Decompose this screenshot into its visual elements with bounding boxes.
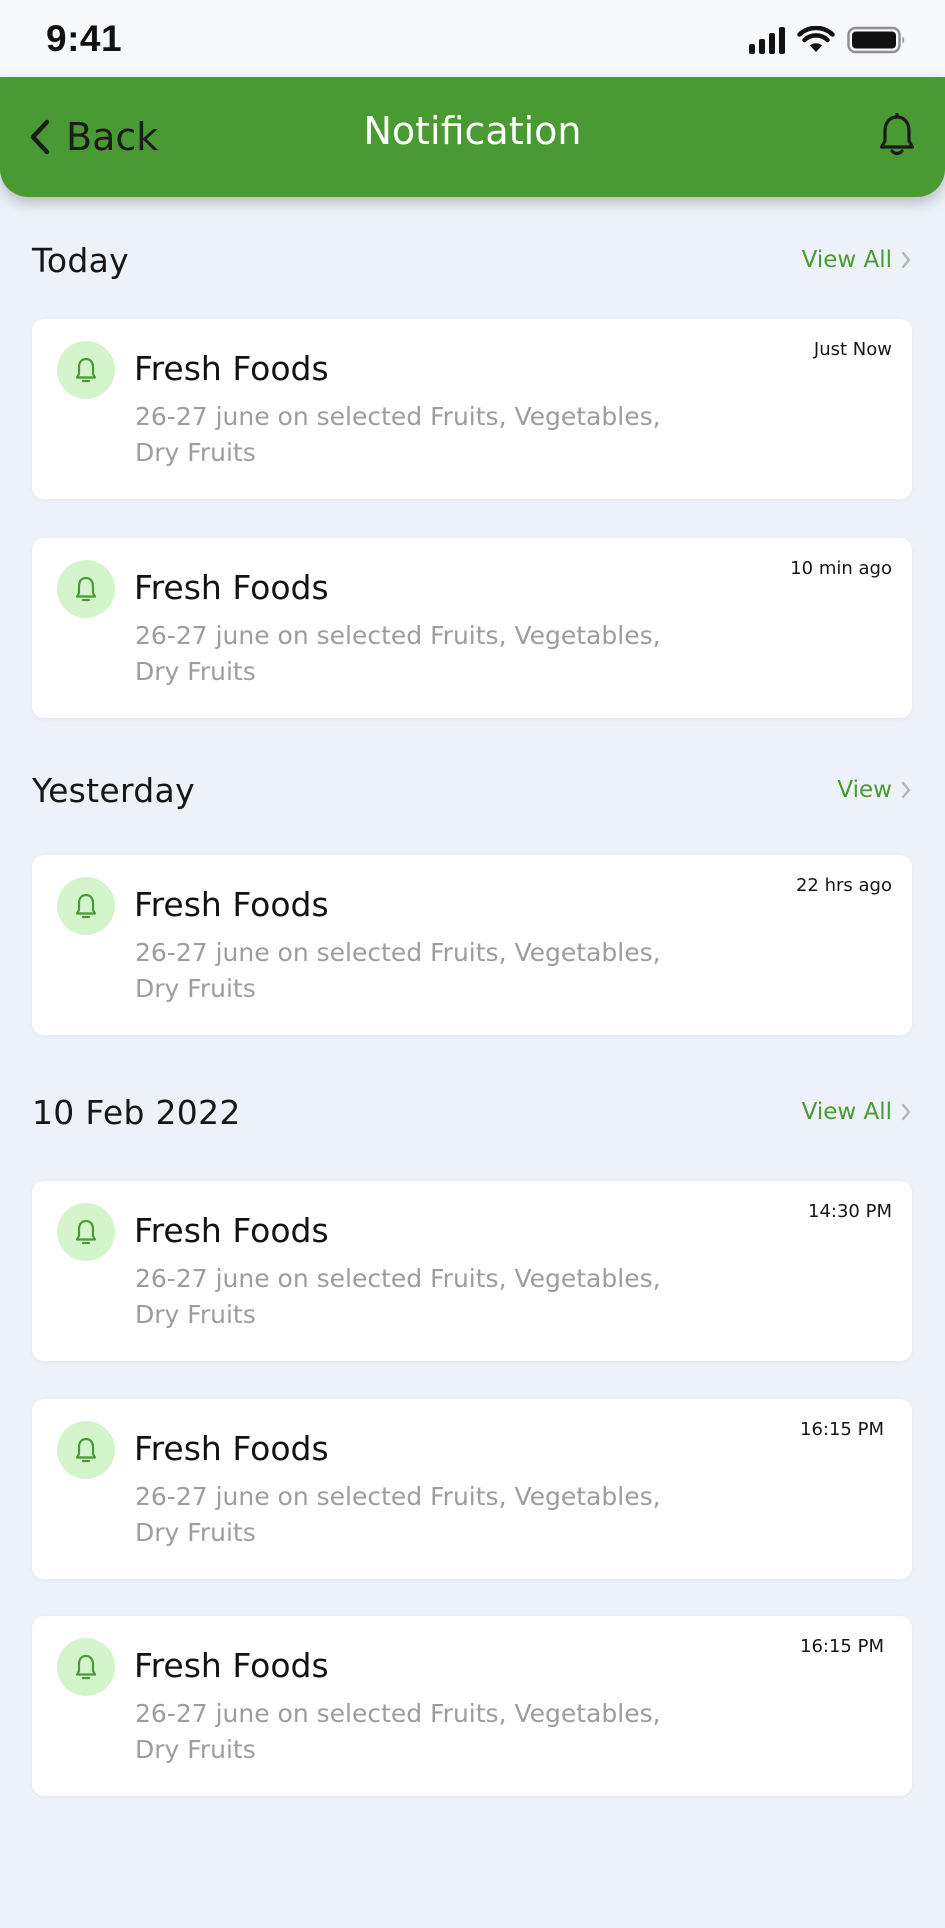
view-all-label: View All bbox=[801, 247, 892, 273]
notification-description-line: Dry Fruits bbox=[135, 657, 256, 686]
wifi-icon bbox=[797, 26, 835, 52]
battery-icon bbox=[847, 26, 905, 54]
card-bell-icon-badge bbox=[57, 877, 115, 935]
notification-description-line: Dry Fruits bbox=[135, 1300, 256, 1329]
section-title: Yesterday bbox=[32, 770, 195, 810]
notifications-button[interactable] bbox=[879, 112, 915, 161]
notification-description: 26-27 june on selected Fruits, Vegetable… bbox=[135, 399, 695, 471]
chevron-right-icon bbox=[901, 1103, 911, 1121]
notification-screen: 9:41 Back Notification Today View All Fr… bbox=[0, 0, 945, 1928]
bell-icon bbox=[75, 1219, 97, 1245]
notification-description-line: 26-27 june on selected Fruits, Vegetable… bbox=[135, 1699, 661, 1728]
section-header-10-feb-2022: 10 Feb 2022 View All bbox=[32, 1087, 912, 1137]
notification-card[interactable]: Fresh Foods 26-27 june on selected Fruit… bbox=[32, 1181, 912, 1361]
bell-icon bbox=[75, 1654, 97, 1680]
notification-title: Fresh Foods bbox=[134, 1429, 329, 1468]
notification-description: 26-27 june on selected Fruits, Vegetable… bbox=[135, 1261, 695, 1333]
notification-title: Fresh Foods bbox=[134, 349, 329, 388]
notification-card[interactable]: Fresh Foods 26-27 june on selected Fruit… bbox=[32, 1616, 912, 1796]
view-all-link-10-feb-2022[interactable]: View All bbox=[802, 1099, 912, 1125]
section-title: Today bbox=[32, 240, 129, 280]
notification-description: 26-27 june on selected Fruits, Vegetable… bbox=[135, 935, 695, 1007]
notification-description-line: Dry Fruits bbox=[135, 1518, 256, 1547]
notification-description: 26-27 june on selected Fruits, Vegetable… bbox=[135, 1479, 695, 1551]
notification-time: 16:15 PM bbox=[800, 1419, 884, 1440]
card-bell-icon-badge bbox=[57, 341, 115, 399]
bell-icon bbox=[75, 357, 97, 383]
view-label: View bbox=[837, 777, 892, 803]
card-bell-icon-badge bbox=[57, 1421, 115, 1479]
page-title: Notification bbox=[363, 109, 582, 153]
section-header-today: Today View All bbox=[32, 235, 912, 285]
notification-description-line: 26-27 june on selected Fruits, Vegetable… bbox=[135, 621, 661, 650]
notification-card[interactable]: Fresh Foods 26-27 june on selected Fruit… bbox=[32, 538, 912, 718]
notification-description: 26-27 june on selected Fruits, Vegetable… bbox=[135, 618, 695, 690]
cellular-signal-icon bbox=[749, 26, 785, 54]
chevron-right-icon bbox=[901, 251, 911, 269]
notification-time: 22 hrs ago bbox=[795, 875, 892, 896]
notification-time: 16:15 PM bbox=[800, 1636, 884, 1657]
bell-icon bbox=[75, 1437, 97, 1463]
notification-description: 26-27 june on selected Fruits, Vegetable… bbox=[135, 1696, 695, 1768]
card-bell-icon-badge bbox=[57, 560, 115, 618]
section-header-yesterday: Yesterday View bbox=[32, 765, 912, 815]
bell-icon bbox=[879, 112, 915, 156]
app-header: Back Notification bbox=[0, 77, 945, 197]
status-bar: 9:41 bbox=[0, 0, 945, 80]
status-time: 9:41 bbox=[46, 18, 123, 59]
notification-time: 10 min ago bbox=[790, 558, 892, 579]
view-link-yesterday[interactable]: View bbox=[837, 777, 912, 803]
notification-title: Fresh Foods bbox=[134, 885, 329, 924]
notification-description-line: 26-27 june on selected Fruits, Vegetable… bbox=[135, 402, 661, 431]
notification-description-line: 26-27 june on selected Fruits, Vegetable… bbox=[135, 1264, 661, 1293]
notification-time: 14:30 PM bbox=[808, 1201, 892, 1222]
section-title: 10 Feb 2022 bbox=[32, 1092, 241, 1132]
notification-card[interactable]: Fresh Foods 26-27 june on selected Fruit… bbox=[32, 855, 912, 1035]
notification-description-line: 26-27 june on selected Fruits, Vegetable… bbox=[135, 938, 661, 967]
notification-title: Fresh Foods bbox=[134, 1646, 329, 1685]
notification-description-line: Dry Fruits bbox=[135, 438, 256, 467]
notification-title: Fresh Foods bbox=[134, 1211, 329, 1250]
notification-title: Fresh Foods bbox=[134, 568, 329, 607]
notification-description-line: Dry Fruits bbox=[135, 974, 256, 1003]
card-bell-icon-badge bbox=[57, 1638, 115, 1696]
notification-description-line: 26-27 june on selected Fruits, Vegetable… bbox=[135, 1482, 661, 1511]
notification-description-line: Dry Fruits bbox=[135, 1735, 256, 1764]
card-bell-icon-badge bbox=[57, 1203, 115, 1261]
notification-card[interactable]: Fresh Foods 26-27 june on selected Fruit… bbox=[32, 1399, 912, 1579]
bell-icon bbox=[75, 576, 97, 602]
notification-time: Just Now bbox=[813, 339, 892, 360]
view-all-link-today[interactable]: View All bbox=[802, 247, 912, 273]
bell-icon bbox=[75, 893, 97, 919]
chevron-right-icon bbox=[901, 781, 911, 799]
status-icons bbox=[749, 26, 907, 54]
notification-card[interactable]: Fresh Foods 26-27 june on selected Fruit… bbox=[32, 319, 912, 499]
view-all-label: View All bbox=[801, 1099, 892, 1125]
